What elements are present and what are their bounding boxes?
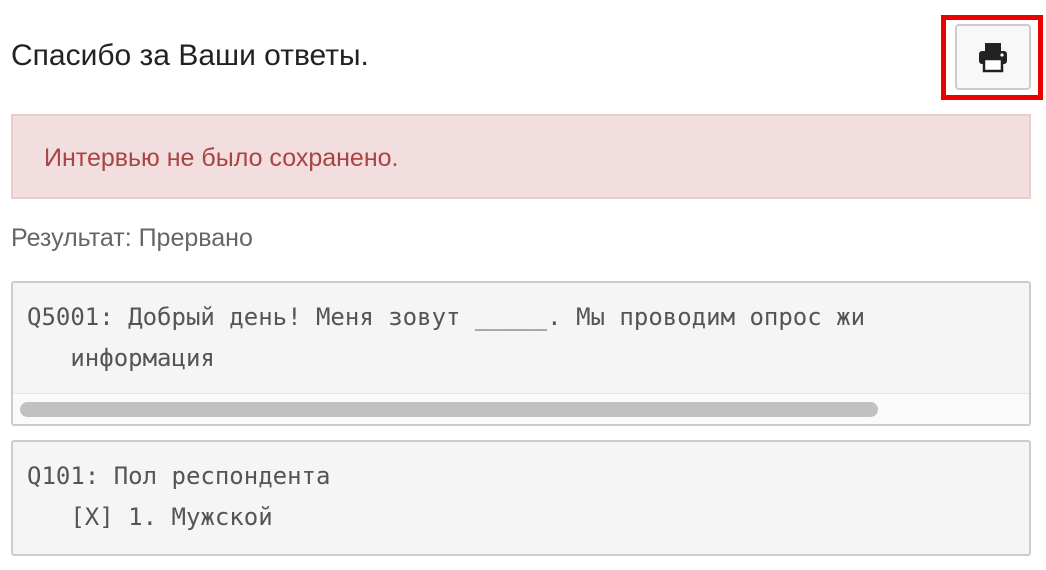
alert-message: Интервью не было сохранено. (44, 144, 399, 172)
print-button[interactable] (955, 24, 1031, 90)
question-block: Q101: Пол респондента [X] 1. Мужской (11, 440, 1031, 556)
page-title: Спасибо за Ваши ответы. (11, 39, 369, 72)
answer-line: [X] 1. Мужской (27, 503, 273, 531)
question-line: информация (27, 344, 215, 372)
question-line: Q101: Пол респондента (27, 462, 331, 490)
question-block: Q5001: Добрый день! Меня зовут _____. Мы… (11, 281, 1031, 426)
question-text: Q101: Пол респондента [X] 1. Мужской (13, 442, 1029, 538)
horizontal-scrollbar[interactable] (13, 393, 1029, 424)
question-text: Q5001: Добрый день! Меня зовут _____. Мы… (13, 283, 1029, 379)
result-status: Результат: Прервано (11, 224, 253, 252)
scrollbar-thumb[interactable] (20, 402, 878, 417)
printer-icon (979, 43, 1007, 73)
error-alert: Интервью не было сохранено. (11, 114, 1031, 199)
question-line: Q5001: Добрый день! Меня зовут _____. Мы… (27, 303, 866, 331)
